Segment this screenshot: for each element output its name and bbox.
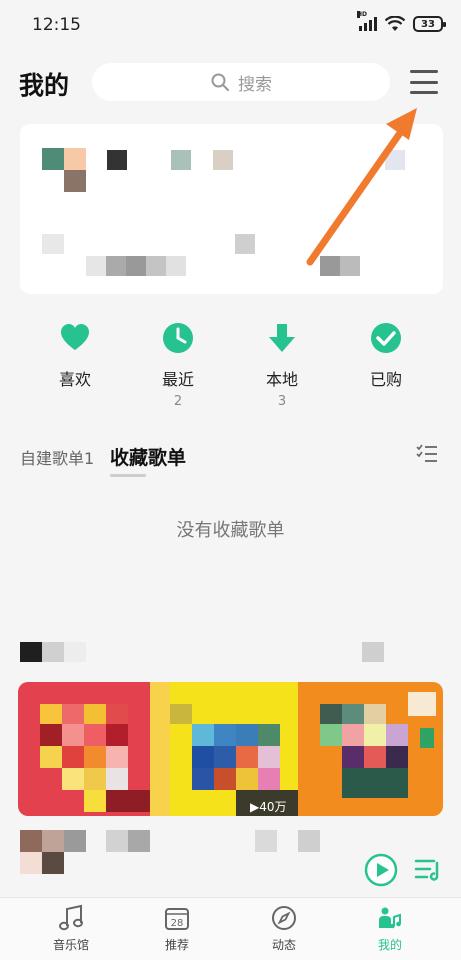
play-button[interactable]: [364, 853, 398, 887]
quick-item-label: 最近: [161, 370, 194, 389]
status-icons: HD 33: [357, 11, 446, 32]
recommend-banner[interactable]: [18, 682, 443, 816]
quick-item-label: 喜欢: [58, 370, 91, 389]
nav-label: 推荐: [164, 938, 189, 952]
calendar-icon: 28: [165, 908, 189, 930]
playlist-queue-icon[interactable]: [414, 857, 442, 883]
signal-icon: HD: [357, 11, 377, 31]
page-title: 我的: [19, 71, 70, 100]
play-count: ▶40万: [250, 800, 287, 814]
nav-item-music-hall[interactable]: 音乐馆: [36, 904, 106, 953]
recommend-section: ▶40万: [0, 630, 461, 890]
avatar[interactable]: [42, 148, 64, 170]
tab-custom-playlists[interactable]: 自建歌单1: [20, 445, 94, 469]
nav-item-mine[interactable]: 我的: [355, 904, 425, 953]
compass-icon: [272, 906, 296, 930]
status-time: 12:15: [32, 15, 81, 35]
empty-state-text: 没有收藏歌单: [176, 520, 285, 541]
quick-item-count: 3: [277, 394, 287, 409]
quick-item-purchased[interactable]: 已购: [346, 322, 426, 394]
music-note-icon: [59, 904, 83, 931]
heart-icon: [61, 324, 89, 350]
quick-item-recent[interactable]: 最近 2: [138, 322, 218, 409]
checklist-icon[interactable]: [416, 444, 438, 464]
quick-item-count: 2: [173, 394, 183, 409]
tab-underline: [110, 474, 146, 477]
search-input[interactable]: 搜索: [92, 63, 390, 101]
search-placeholder: 搜索: [238, 74, 272, 95]
check-icon: [371, 323, 401, 353]
tab-collected-playlists[interactable]: 收藏歌单: [110, 443, 186, 470]
nav-item-moments[interactable]: 动态: [249, 904, 319, 953]
nav-label: 音乐馆: [52, 938, 89, 952]
profile-icon: [379, 907, 401, 929]
signal-hd-label: HD: [357, 11, 368, 18]
battery-icon: 33: [413, 16, 446, 32]
nav-item-recommend[interactable]: 28 推荐: [142, 904, 212, 953]
quick-item-label: 已购: [369, 370, 402, 389]
profile-card[interactable]: [20, 124, 443, 294]
quick-item-label: 本地: [265, 370, 298, 389]
wifi-icon: [385, 16, 405, 31]
search-icon: [211, 73, 229, 91]
download-icon: [269, 324, 295, 352]
status-bar: 12:15 HD 33: [0, 0, 461, 50]
clock-icon: [163, 323, 193, 353]
menu-button[interactable]: [410, 70, 438, 94]
bottom-nav: 音乐馆 28 推荐 动态 我的: [0, 897, 461, 960]
nav-label: 我的: [377, 938, 402, 952]
calendar-day: 28: [171, 918, 184, 929]
quick-item-liked[interactable]: 喜欢: [35, 322, 115, 394]
quick-actions: 喜欢 最近 2 本地 3 已购: [0, 322, 461, 412]
quick-item-local[interactable]: 本地 3: [242, 322, 322, 409]
nav-label: 动态: [271, 938, 296, 952]
